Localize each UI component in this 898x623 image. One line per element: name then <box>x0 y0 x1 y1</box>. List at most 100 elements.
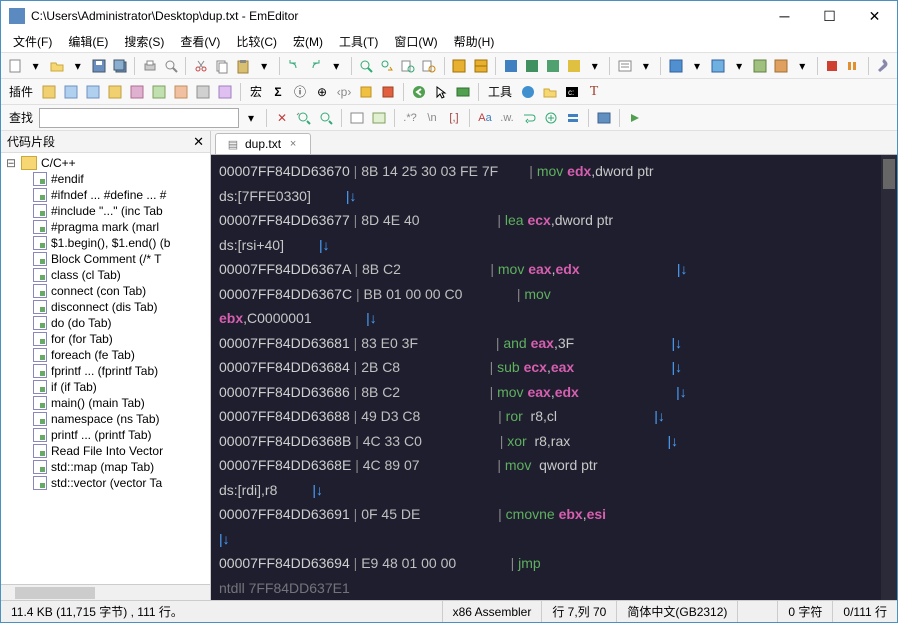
minimize-button[interactable]: ─ <box>762 2 807 31</box>
replace-icon[interactable] <box>378 56 397 76</box>
rec-icon[interactable] <box>823 56 842 76</box>
dropdown-icon[interactable]: ▾ <box>255 56 274 76</box>
close-button[interactable]: ✕ <box>852 2 897 31</box>
m3-icon[interactable]: ‹p› <box>334 82 354 102</box>
list-icon[interactable] <box>615 56 634 76</box>
g1-icon[interactable] <box>453 82 473 102</box>
tree-item[interactable]: #ifndef ... #define ... # <box>1 187 210 203</box>
tree-item[interactable]: #endif <box>1 171 210 187</box>
bm-icon[interactable] <box>594 108 614 128</box>
find-icon[interactable] <box>357 56 376 76</box>
tab-close-icon[interactable]: × <box>286 137 300 151</box>
close-icon[interactable]: ✕ <box>272 108 292 128</box>
tree-item[interactable]: foreach (fe Tab) <box>1 347 210 363</box>
hl-icon[interactable] <box>563 108 583 128</box>
tree-item[interactable]: connect (con Tab) <box>1 283 210 299</box>
menu-item[interactable]: 比较(C) <box>228 31 285 52</box>
tree-item[interactable]: Read File Into Vector <box>1 443 210 459</box>
tree-item[interactable]: Block Comment (/* T <box>1 251 210 267</box>
win1-icon[interactable] <box>666 56 685 76</box>
print-icon[interactable] <box>140 56 159 76</box>
dropdown-icon[interactable]: ▾ <box>687 56 706 76</box>
back-icon[interactable] <box>409 82 429 102</box>
wrap-icon[interactable] <box>519 108 539 128</box>
p9-icon[interactable] <box>215 82 235 102</box>
cut-icon[interactable] <box>191 56 210 76</box>
win4-icon[interactable] <box>772 56 791 76</box>
p8-icon[interactable] <box>193 82 213 102</box>
tree-item[interactable]: #include "..." (inc Tab <box>1 203 210 219</box>
menu-item[interactable]: 编辑(E) <box>60 31 116 52</box>
code-area[interactable]: 00007FF84DD63670 | 8B 14 25 30 03 FE 7F … <box>211 155 897 600</box>
case-icon[interactable]: Aa <box>475 108 495 128</box>
next-icon[interactable] <box>316 108 336 128</box>
go-icon[interactable] <box>625 108 645 128</box>
findfiles2-icon[interactable] <box>420 56 439 76</box>
tree-item[interactable]: std::vector (vector Ta <box>1 475 210 491</box>
p3-icon[interactable] <box>83 82 103 102</box>
folder-icon[interactable] <box>540 82 560 102</box>
regex-icon[interactable]: .*? <box>400 108 420 128</box>
menu-item[interactable]: 搜索(S) <box>116 31 172 52</box>
tree-item[interactable]: do (do Tab) <box>1 315 210 331</box>
editor-vscroll[interactable] <box>881 155 897 600</box>
dropdown-icon[interactable]: ▾ <box>730 56 749 76</box>
maximize-button[interactable]: ☐ <box>807 2 852 31</box>
tree-item[interactable]: main() (main Tab) <box>1 395 210 411</box>
preview-icon[interactable] <box>161 56 180 76</box>
m4-icon[interactable] <box>356 82 376 102</box>
findfiles-icon[interactable] <box>399 56 418 76</box>
open-icon[interactable] <box>47 56 66 76</box>
dropdown-icon[interactable]: ▾ <box>68 56 87 76</box>
new-icon[interactable] <box>5 56 24 76</box>
t-icon[interactable]: T <box>584 82 604 102</box>
status-lang[interactable]: x86 Assembler <box>443 601 543 622</box>
ie-icon[interactable] <box>518 82 538 102</box>
menu-item[interactable]: 窗口(W) <box>386 31 445 52</box>
tree-item[interactable]: namespace (ns Tab) <box>1 411 210 427</box>
p2-icon[interactable] <box>61 82 81 102</box>
opt1-icon[interactable] <box>347 108 367 128</box>
tree-item[interactable]: for (for Tab) <box>1 331 210 347</box>
menu-item[interactable]: 文件(F) <box>5 31 60 52</box>
redo-icon[interactable] <box>306 56 325 76</box>
num-icon[interactable]: [,] <box>444 108 464 128</box>
status-encoding[interactable]: 简体中文(GB2312) <box>617 601 738 622</box>
word-icon[interactable]: .w. <box>497 108 517 128</box>
grid-icon[interactable] <box>450 56 469 76</box>
cmd-icon[interactable]: c: <box>562 82 582 102</box>
save-icon[interactable] <box>89 56 108 76</box>
dropdown-icon[interactable]: ▾ <box>327 56 346 76</box>
pin-green-icon[interactable] <box>522 56 541 76</box>
dropdown-icon[interactable]: ▾ <box>793 56 812 76</box>
win3-icon[interactable] <box>751 56 770 76</box>
wrench-icon[interactable] <box>874 56 893 76</box>
tree-item[interactable]: fprintf ... (fprintf Tab) <box>1 363 210 379</box>
menu-item[interactable]: 查看(V) <box>172 31 228 52</box>
copy-icon[interactable] <box>212 56 231 76</box>
opt2-icon[interactable] <box>369 108 389 128</box>
tree-item[interactable]: $1.begin(), $1.end() (b <box>1 235 210 251</box>
dropdown-icon[interactable]: ▾ <box>26 56 45 76</box>
p6-icon[interactable] <box>149 82 169 102</box>
pin-blue-icon[interactable] <box>501 56 520 76</box>
menu-item[interactable]: 宏(M) <box>285 31 331 52</box>
tree-item[interactable]: std::map (map Tab) <box>1 459 210 475</box>
find-input[interactable] <box>39 108 239 128</box>
menu-item[interactable]: 帮助(H) <box>446 31 503 52</box>
sidebar-hscroll[interactable] <box>1 584 210 600</box>
p7-icon[interactable] <box>171 82 191 102</box>
pin-green2-icon[interactable] <box>543 56 562 76</box>
m5-icon[interactable] <box>378 82 398 102</box>
m2-icon[interactable]: ⊕ <box>312 82 332 102</box>
tree-item[interactable]: disconnect (dis Tab) <box>1 299 210 315</box>
win2-icon[interactable] <box>709 56 728 76</box>
tab-dup[interactable]: ▤ dup.txt × <box>215 133 311 154</box>
pin-yellow-icon[interactable] <box>564 56 583 76</box>
tree-item[interactable]: #pragma mark (marl <box>1 219 210 235</box>
tree-item[interactable]: class (cl Tab) <box>1 267 210 283</box>
prev-icon[interactable] <box>294 108 314 128</box>
paste-icon[interactable] <box>234 56 253 76</box>
p1-icon[interactable] <box>39 82 59 102</box>
collapse-icon[interactable]: ⊟ <box>5 156 17 170</box>
